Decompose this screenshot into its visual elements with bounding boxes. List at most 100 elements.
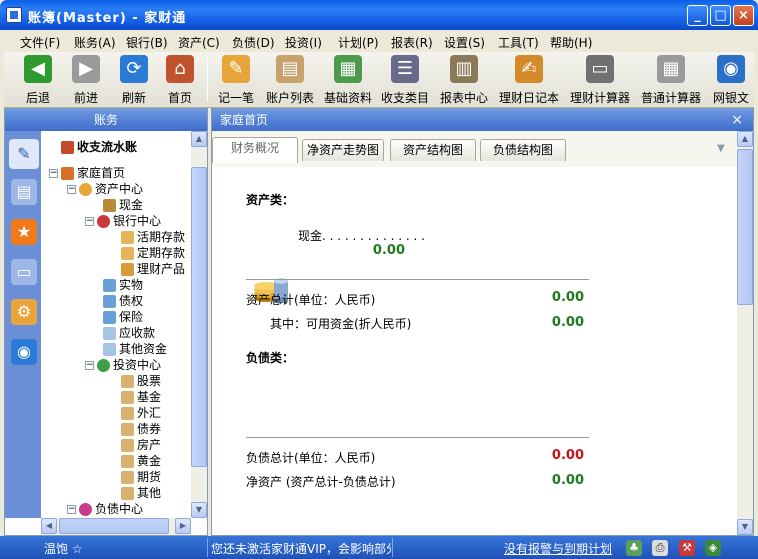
status-separator <box>392 538 393 557</box>
shield-icon[interactable]: ◈ <box>705 540 721 556</box>
scroll-right-icon[interactable]: ▶ <box>175 518 191 534</box>
tree-item-physical[interactable]: 实物 <box>103 277 143 293</box>
collapse-icon[interactable]: − <box>49 169 58 178</box>
scroll-down-icon[interactable]: ▼ <box>737 519 753 535</box>
globe-icon[interactable]: ◉ <box>11 339 37 365</box>
printer-icon[interactable]: ⎙ <box>652 540 668 556</box>
menu-bank[interactable]: 银行(B) <box>126 34 168 51</box>
menu-tools[interactable]: 工具(T) <box>498 34 539 51</box>
tab-liability-structure[interactable]: 负债结构图 <box>480 139 566 161</box>
tab-overview[interactable]: 财务概况 <box>212 137 298 163</box>
scroll-up-icon[interactable]: ▲ <box>191 131 207 147</box>
collapse-icon[interactable]: − <box>67 185 76 194</box>
account-list-button[interactable]: ▤ 账户列表 <box>262 55 318 107</box>
chart-icon <box>121 375 134 388</box>
scroll-down-icon[interactable]: ▼ <box>191 502 207 518</box>
tree-item-receivable[interactable]: 应收款 <box>103 325 155 341</box>
tree-item-invest-center[interactable]: − 投资中心 <box>85 357 161 373</box>
tree-item-debt-center[interactable]: − 负债中心 <box>67 501 143 517</box>
scroll-thumb[interactable] <box>59 518 169 534</box>
back-button[interactable]: ◀ 后退 <box>18 55 58 107</box>
home-button[interactable]: ⌂ 首页 <box>160 55 200 107</box>
tree-item-futures[interactable]: 期货 <box>121 469 161 485</box>
refresh-button[interactable]: ⟳ 刷新 <box>114 55 154 107</box>
refresh-icon: ⟳ <box>120 55 148 83</box>
coins-icon <box>103 199 116 212</box>
folder-icon: ▦ <box>334 55 362 83</box>
menu-liabilities[interactable]: 负债(D) <box>232 34 275 51</box>
cards-icon[interactable]: ▤ <box>11 179 37 205</box>
record-button[interactable]: ✎ 记一笔 <box>214 55 258 107</box>
collapse-icon[interactable]: − <box>85 217 94 226</box>
close-window-button[interactable]: × <box>733 5 754 26</box>
tree-item-cash[interactable]: 现金 <box>103 197 143 213</box>
collapse-icon[interactable]: − <box>67 505 76 514</box>
list-icon: ☰ <box>391 55 419 83</box>
finance-calculator-button[interactable]: ▭ 理财计算器 <box>567 55 633 107</box>
divider <box>246 437 589 438</box>
tree-item-demand-deposit[interactable]: 活期存款 <box>121 229 185 245</box>
tree-item-property[interactable]: 房产 <box>121 437 161 453</box>
menu-help[interactable]: 帮助(H) <box>550 34 592 51</box>
tree-item-other-funds[interactable]: 其他资金 <box>103 341 167 357</box>
menu-accounts[interactable]: 账务(A) <box>74 34 116 51</box>
divider <box>246 279 589 280</box>
maximize-button[interactable]: □ <box>710 5 731 26</box>
tree-vertical-scrollbar[interactable]: ▲ ▼ <box>191 131 207 518</box>
star-icon[interactable]: ★ <box>11 219 37 245</box>
scroll-left-icon[interactable]: ◀ <box>41 518 57 534</box>
globe-icon: ◉ <box>717 55 745 83</box>
minimize-button[interactable]: _ <box>687 5 708 26</box>
tree-item-claims[interactable]: 债权 <box>103 293 143 309</box>
main-vertical-scrollbar[interactable]: ▲ ▼ <box>737 131 753 535</box>
tree-item-bond[interactable]: 债券 <box>121 421 161 437</box>
tree-item-insurance[interactable]: 保险 <box>103 309 143 325</box>
base-data-button[interactable]: ▦ 基础资料 <box>322 55 374 107</box>
chevron-down-icon[interactable]: ▼ <box>717 143 725 154</box>
menu-invest[interactable]: 投资(I) <box>285 34 322 51</box>
tools-icon[interactable]: ⚒ <box>679 540 695 556</box>
tree-item-fund[interactable]: 基金 <box>121 389 161 405</box>
diary-button[interactable]: ✍ 理财日记本 <box>496 55 562 107</box>
folder-icon <box>103 343 116 356</box>
menu-report[interactable]: 报表(R) <box>391 34 433 51</box>
menu-plan[interactable]: 计划(P) <box>338 34 379 51</box>
scroll-thumb[interactable] <box>191 167 207 467</box>
report-center-button[interactable]: ▥ 报表中心 <box>438 55 490 107</box>
normal-calculator-button[interactable]: ▦ 普通计算器 <box>638 55 704 107</box>
tree-item-wealth-product[interactable]: 理财产品 <box>121 261 185 277</box>
ledger-icon[interactable]: ✎ <box>9 139 39 169</box>
document-icon: ▤ <box>276 55 304 83</box>
alerts-link[interactable]: 没有报警与到期计划 <box>504 540 612 557</box>
cashflow-ledger-item[interactable]: 收支流水账 <box>61 139 137 155</box>
tree-item-fixed-deposit[interactable]: 定期存款 <box>121 245 185 261</box>
menu-assets[interactable]: 资产(C) <box>178 34 220 51</box>
arrow-left-icon: ◀ <box>24 55 52 83</box>
tree-item-root[interactable]: − 家庭首页 <box>49 165 125 181</box>
tree-item-asset-center[interactable]: − 资产中心 <box>67 181 143 197</box>
invest-icon <box>97 359 110 372</box>
collapse-icon[interactable]: − <box>85 361 94 370</box>
liability-total-label: 负债总计(单位：人民币) <box>246 451 376 465</box>
deposit-icon <box>121 231 134 244</box>
category-button[interactable]: ☰ 收支类目 <box>379 55 431 107</box>
scroll-thumb[interactable] <box>737 149 753 305</box>
tree-item-other[interactable]: 其他 <box>121 485 161 501</box>
gear-icon[interactable]: ⚙ <box>11 299 37 325</box>
forward-button[interactable]: ▶ 前进 <box>66 55 106 107</box>
scroll-up-icon[interactable]: ▲ <box>737 131 753 147</box>
tree-item-bank-center[interactable]: − 银行中心 <box>85 213 161 229</box>
menu-file[interactable]: 文件(F) <box>20 34 60 51</box>
window-icon[interactable]: ▭ <box>11 259 37 285</box>
tray-icon[interactable]: ♣ <box>626 540 642 556</box>
close-icon[interactable]: × <box>731 109 743 131</box>
tab-asset-structure[interactable]: 资产结构图 <box>390 139 476 161</box>
online-bank-button[interactable]: ◉ 网银文 <box>708 55 754 107</box>
chart-icon <box>121 391 134 404</box>
tree-item-gold[interactable]: 黄金 <box>121 453 161 469</box>
tree-item-forex[interactable]: 外汇 <box>121 405 161 421</box>
tree-item-stock[interactable]: 股票 <box>121 373 161 389</box>
menu-settings[interactable]: 设置(S) <box>444 34 485 51</box>
tree-horizontal-scrollbar[interactable]: ◀ ▶ <box>41 518 191 535</box>
tab-net-asset-trend[interactable]: 净资产走势图 <box>302 139 384 161</box>
